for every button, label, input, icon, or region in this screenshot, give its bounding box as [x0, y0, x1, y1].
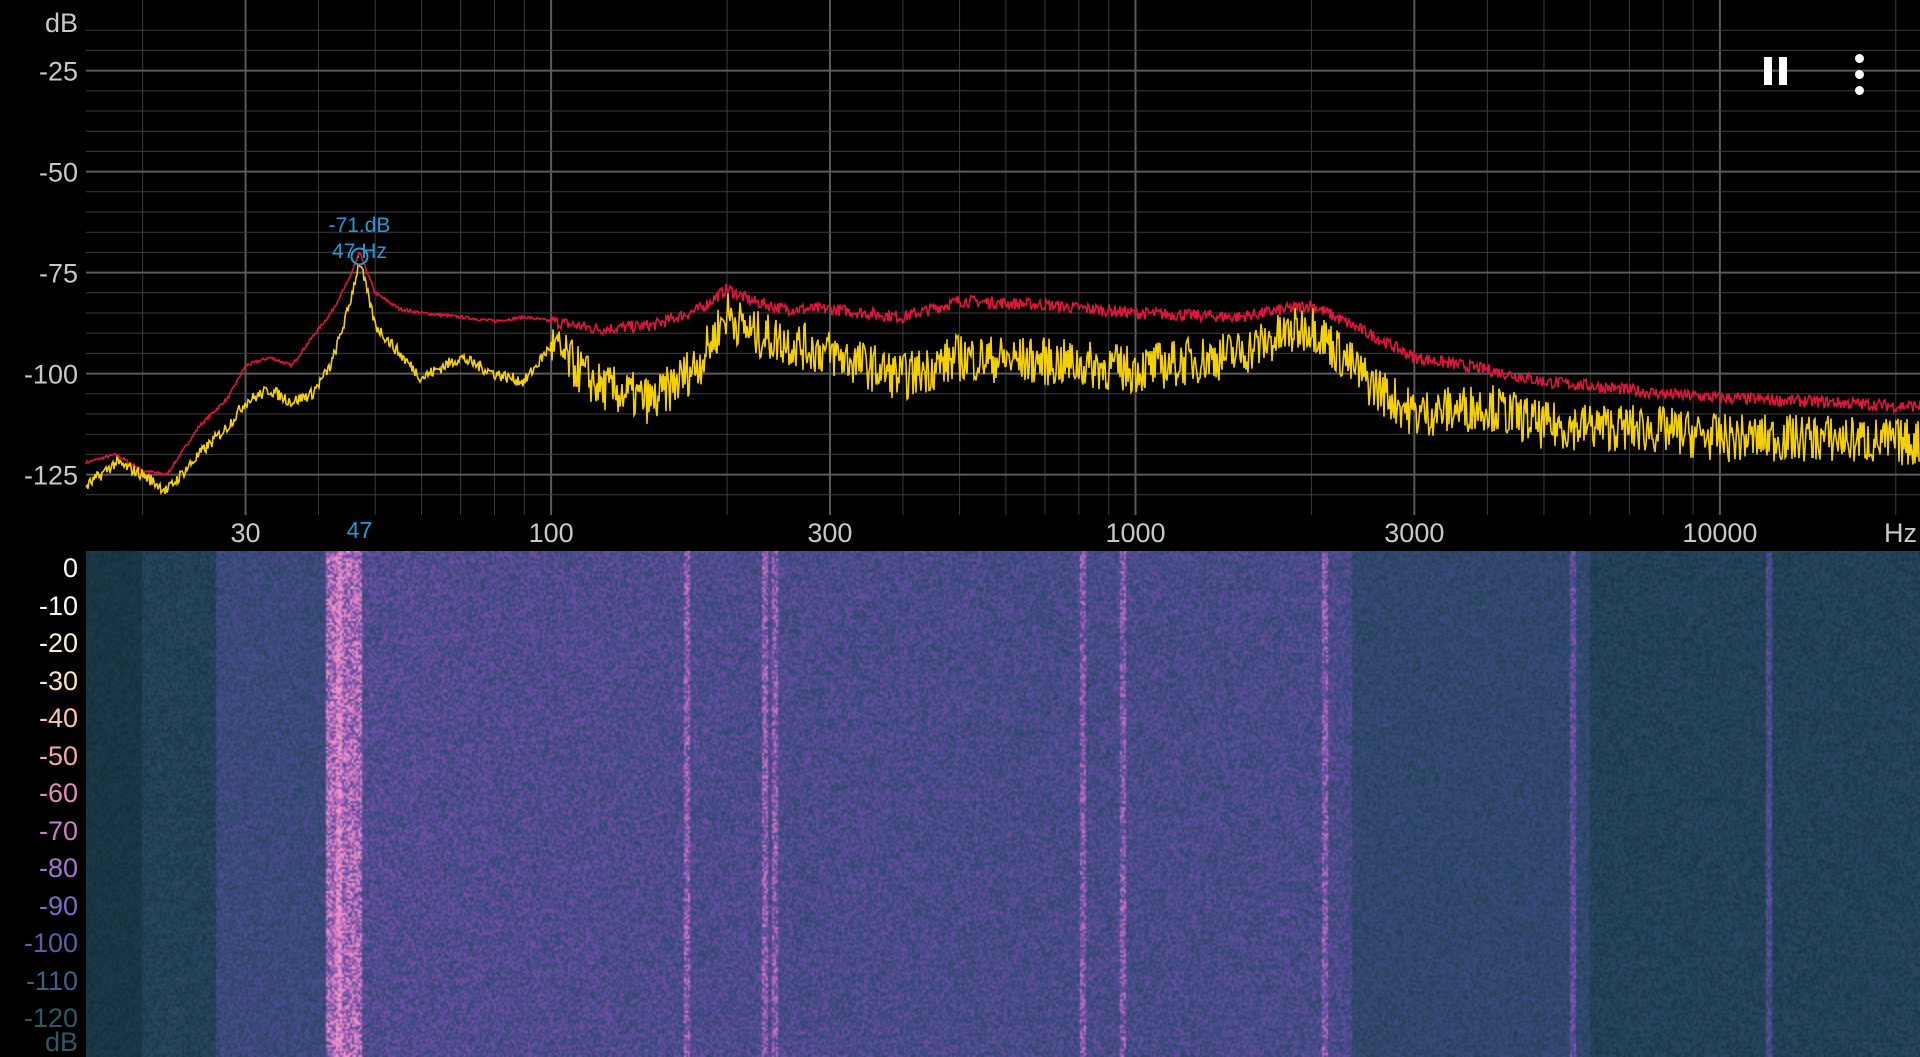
spectrogram-scale-label: -60	[38, 778, 78, 808]
peak-axis-label: 47	[347, 517, 373, 543]
x-tick-label: 3000	[1384, 518, 1444, 548]
spectrogram-scale-label: -20	[38, 628, 78, 658]
x-tick-label: 100	[529, 518, 574, 548]
spectrogram-scale-label: -90	[38, 890, 78, 921]
y-tick-label: -100	[24, 360, 78, 390]
x-tick-label: 1000	[1105, 518, 1165, 548]
peak-marker[interactable]: -71.dB 47.Hz 47	[329, 214, 391, 543]
x-axis-labels: 30 100 300 1000 3000 10000	[231, 518, 1758, 548]
spectrogram-scale-label: -40	[38, 703, 78, 733]
spectrogram-scale-label: -70	[38, 815, 78, 846]
spectrogram-scale-label: -10	[38, 590, 78, 621]
spectrogram-waterfall[interactable]	[86, 551, 1920, 1057]
x-axis-unit: Hz	[1884, 518, 1917, 548]
more-vert-icon	[1836, 52, 1882, 98]
y-tick-label: -50	[39, 158, 78, 188]
spectrogram-scale-label: -30	[38, 665, 78, 696]
y-axis-labels: -25 -50 -75 -100 -125	[24, 57, 78, 491]
y-tick-label: -75	[39, 259, 78, 289]
spectrogram-scale-unit: dB	[44, 1027, 78, 1057]
spectrogram-scale-label: 0	[62, 553, 78, 583]
spectrogram-scale-label: -80	[38, 853, 78, 883]
x-tick-label: 10000	[1682, 518, 1757, 548]
pause-button[interactable]	[1752, 52, 1798, 98]
y-tick-label: -125	[24, 461, 78, 491]
y-tick-label: -25	[39, 57, 78, 87]
x-tick-label: 30	[231, 518, 261, 548]
spectrogram-scale-label: -100	[23, 928, 78, 958]
spectrum-chart: -25-50-75-100-125 30 100 300 1000 3000 10000 …	[24, 0, 1920, 548]
spectrogram-scale-label: -110	[25, 965, 78, 996]
x-tick-label: 300	[807, 518, 852, 548]
spectrogram-scale-label: -50	[38, 740, 78, 771]
more-options-button[interactable]	[1836, 52, 1882, 98]
peak-hold-trace	[85, 251, 1920, 476]
y-axis-unit: dB	[45, 8, 78, 38]
peak-hz-label: 47.Hz	[332, 240, 387, 263]
spectrogram-panel: 0 -10 -20 -30 -40 -50 -60 -70 -80 -90 -100 -110 -120…	[0, 551, 1920, 1057]
pause-icon	[1752, 52, 1798, 98]
peak-db-label: -71.dB	[329, 214, 391, 237]
